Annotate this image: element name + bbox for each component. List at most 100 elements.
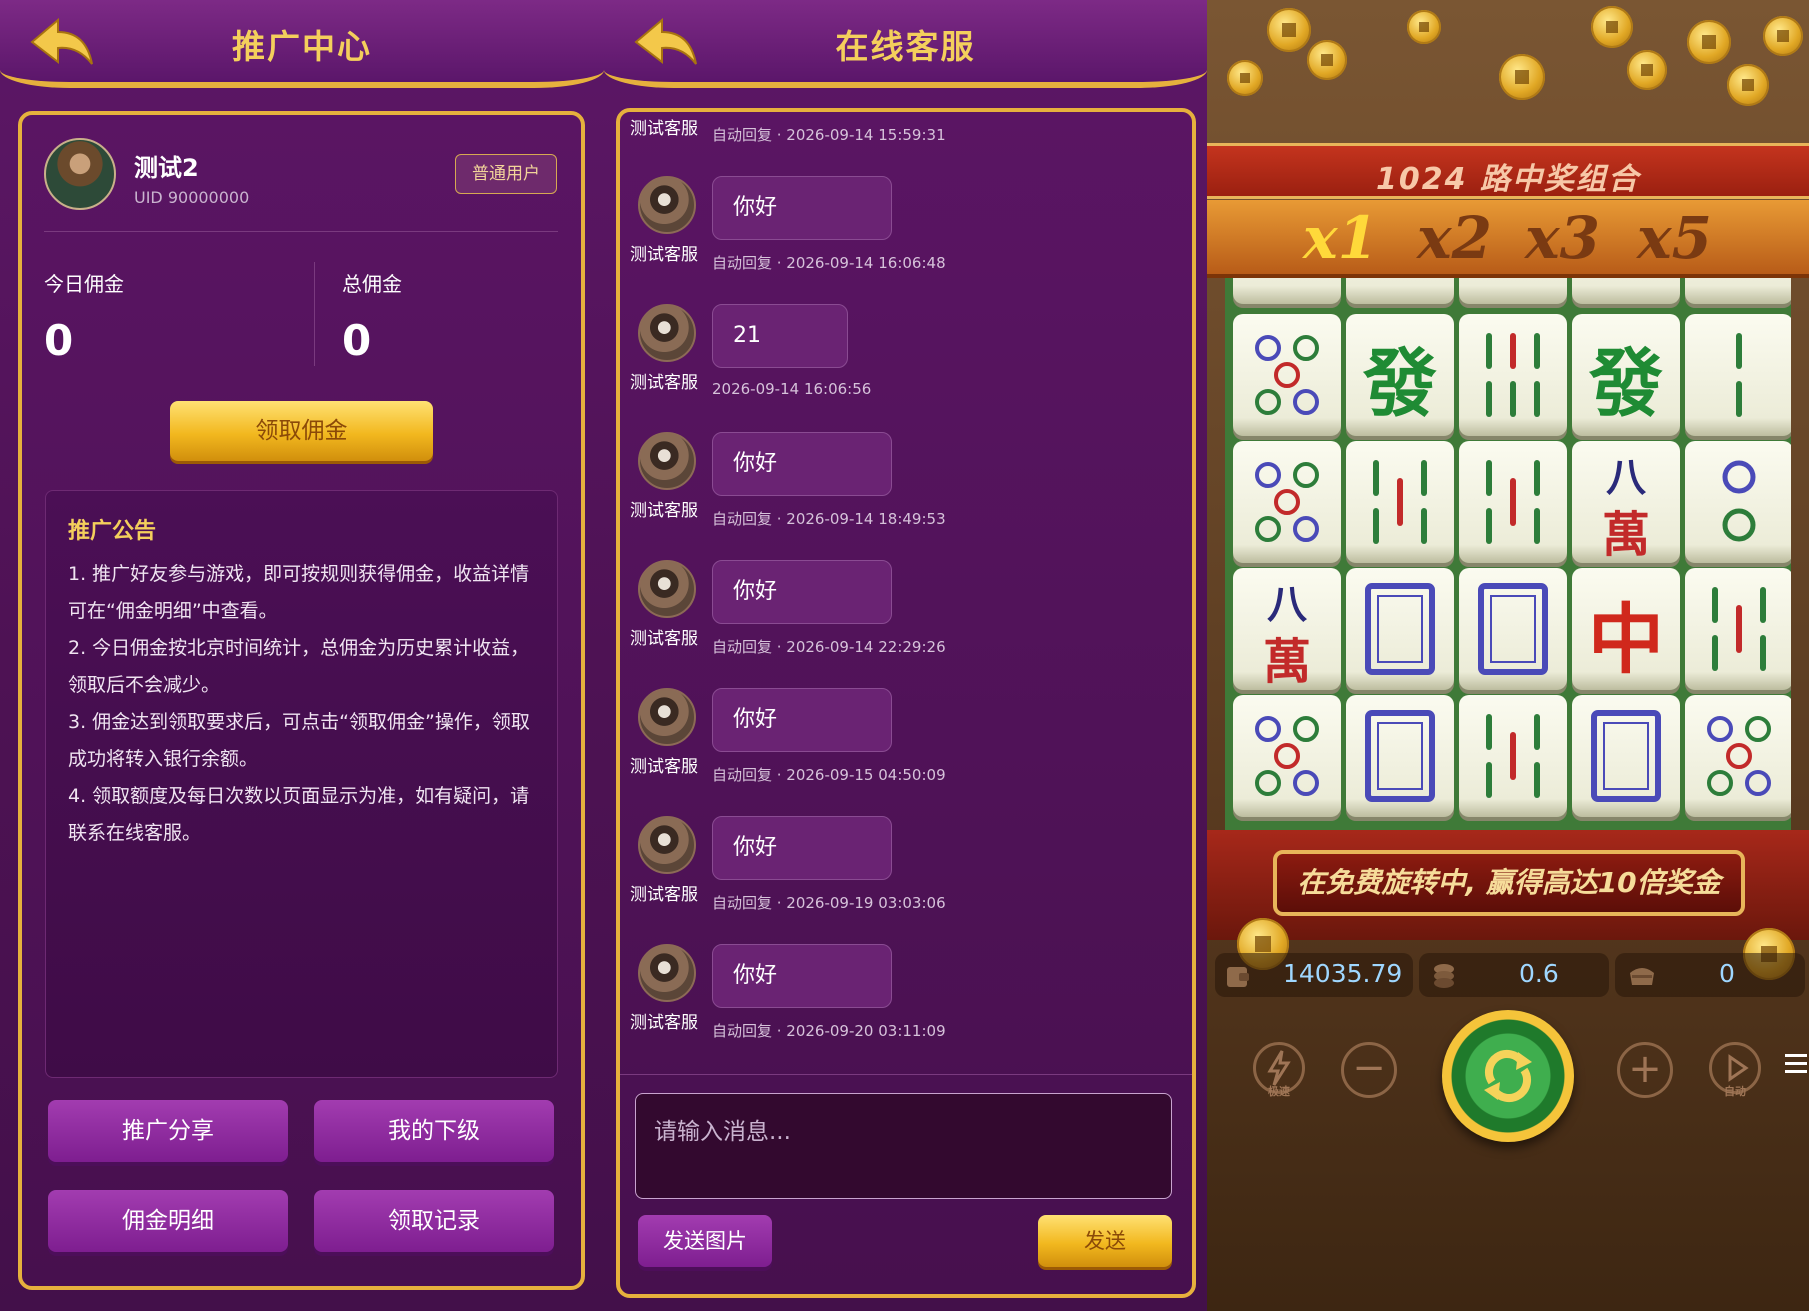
menu-icon[interactable] [1785,1054,1807,1076]
composer-divider [620,1074,1192,1075]
bamboo-icon [1486,333,1540,417]
mahjong-tile-white-dragon [1572,695,1680,817]
notice-line: 领取后不会减少。 [68,674,221,696]
gold-coin [1763,16,1803,56]
page-title: 在线客服 [835,27,976,66]
total-commission-label: 总佣金 [342,272,402,296]
notice-line: 3. 佣金达到领取要求后，可点击“领取佣金”操作，领取 [68,711,530,733]
chat-message: 测试客服 你好 自动回复 · 2026-09-14 18:49:53 [616,432,1176,560]
bet-value: 0.6 [1519,959,1559,988]
mahjong-tile [1459,278,1567,304]
chat-message: 测试客服 你好 自动回复 · 2026-09-19 03:03:06 [616,816,1176,944]
turbo-button[interactable]: 极速 [1253,1042,1305,1098]
support-avatar [638,944,696,1002]
bet-box: 0.6 [1419,953,1609,997]
chat-list[interactable]: 测试客服 自动回复 · 2026-09-14 15:59:31 测试客服 你好 … [616,112,1196,1072]
support-avatar [638,432,696,490]
coin-stack-icon [1434,964,1454,988]
fa-character: 發 [1589,341,1663,427]
mahjong-tile-zhong: 中 [1572,568,1680,690]
balance-box: 14035.79 [1215,953,1413,997]
reel-board: 發 發 八 萬 八 萬 中 [1225,278,1791,833]
notice-line: 4. 领取额度及每日次数以页面显示为准，如有疑问，请 [68,785,530,807]
wan-character: 萬 [1601,507,1650,563]
free-spin-banner: 在免费旋转中, 赢得高达10倍奖金 [1273,850,1745,916]
white-dragon-icon [1478,583,1548,675]
mahjong-tile-white-dragon [1459,568,1567,690]
mahjong-tile [1572,278,1680,304]
gold-coin [1627,50,1667,90]
chat-sender-name: 测试客服 [630,119,698,139]
increase-bet-button[interactable]: + [1617,1042,1673,1098]
multiplier-bar: x1 x2 x3 x5 [1207,200,1809,278]
gold-coin [1307,40,1347,80]
user-name: 测试2 [134,154,199,182]
chat-timestamp: 自动回复 · 2026-09-20 03:11:09 [712,1022,946,1040]
stat-divider [314,262,315,366]
support-avatar [638,176,696,234]
chat-timestamp: 自动回复 · 2026-09-14 16:06:48 [712,254,946,272]
send-image-button[interactable]: 发送图片 [638,1215,772,1267]
gold-coin [1227,60,1263,96]
autoplay-button[interactable]: 自动 [1709,1042,1761,1098]
refresh-icon [1484,1050,1532,1102]
mahjong-tile-white-dragon [1346,695,1454,817]
chat-sender-name: 测试客服 [630,885,698,905]
promo-share-button[interactable]: 推广分享 [48,1100,288,1162]
support-avatar [638,688,696,746]
ways-banner: 1024 路中奖组合 [1207,143,1809,199]
message-input[interactable]: 请输入消息... [635,1093,1172,1199]
plus-icon: + [1628,1046,1662,1092]
fa-character: 發 [1363,341,1437,427]
chat-bubble: 你好 [712,816,892,880]
chat-message: 测试客服 你好 自动回复 · 2026-09-14 16:06:48 [616,176,1176,304]
chat-timestamp: 自动回复 · 2026-09-19 03:03:06 [712,894,946,912]
commission-details-button[interactable]: 佣金明细 [48,1190,288,1252]
gold-coin [1407,10,1441,44]
mahjong-tile-fa: 發 [1572,314,1680,436]
balance-value: 14035.79 [1283,959,1403,988]
white-dragon-icon [1365,583,1435,675]
gold-coin [1687,20,1731,64]
decrease-bet-button[interactable]: − [1341,1042,1397,1098]
promo-header: 推广中心 [0,0,604,88]
support-avatar [638,560,696,618]
chat-sender-name: 测试客服 [630,373,698,393]
chat-message: 测试客服 你好 自动回复 · 2026-09-20 03:11:09 [616,944,1176,1072]
chat-bubble: 你好 [712,688,892,752]
notice-line: 1. 推广好友参与游戏，即可按规则获得佣金，收益详情 [68,563,530,585]
my-subordinates-button[interactable]: 我的下级 [314,1100,554,1162]
gold-coin [1267,8,1311,52]
claim-records-button[interactable]: 领取记录 [314,1190,554,1252]
support-avatar [638,816,696,874]
bamboo-icon [1736,333,1742,417]
mahjong-tile-white-dragon [1346,568,1454,690]
chat-sender-name: 测试客服 [630,245,698,265]
multiplier-x1: x1 [1303,204,1378,272]
claim-commission-button[interactable]: 领取佣金 [170,401,433,461]
chat-bubble: 你好 [712,560,892,624]
chat-message: 测试客服 你好 自动回复 · 2026-09-15 04:50:09 [616,688,1176,816]
chat-sender-name: 测试客服 [630,629,698,649]
promotion-center-panel: 推广中心 测试2 UID 90000000 普通用户 今日佣金 0 总佣金 0 … [0,0,604,1311]
minus-icon: − [1352,1045,1386,1091]
chat-sender-name: 测试客服 [630,757,698,777]
user-level-badge: 普通用户 [455,154,557,194]
gold-coin [1727,64,1769,106]
wan-character: 萬 [1262,634,1311,690]
win-value: 0 [1719,959,1735,988]
autoplay-label: 自动 [1724,1085,1746,1098]
circles-icon [1255,335,1319,415]
circles-icon [1255,462,1319,542]
spin-button[interactable] [1442,1010,1574,1142]
chat-sender-name: 测试客服 [630,501,698,521]
mahjong-tile-bamboo [1459,441,1567,563]
send-button[interactable]: 发送 [1038,1215,1172,1267]
gold-coin [1499,54,1545,100]
today-commission-value: 0 [44,316,74,365]
gold-coin [1591,6,1633,48]
notice-line: 可在“佣金明细”中查看。 [68,600,278,622]
chat-message: 测试客服 你好 自动回复 · 2026-09-14 22:29:26 [616,560,1176,688]
chat-bubble: 你好 [712,944,892,1008]
turbo-label: 极速 [1268,1085,1290,1098]
